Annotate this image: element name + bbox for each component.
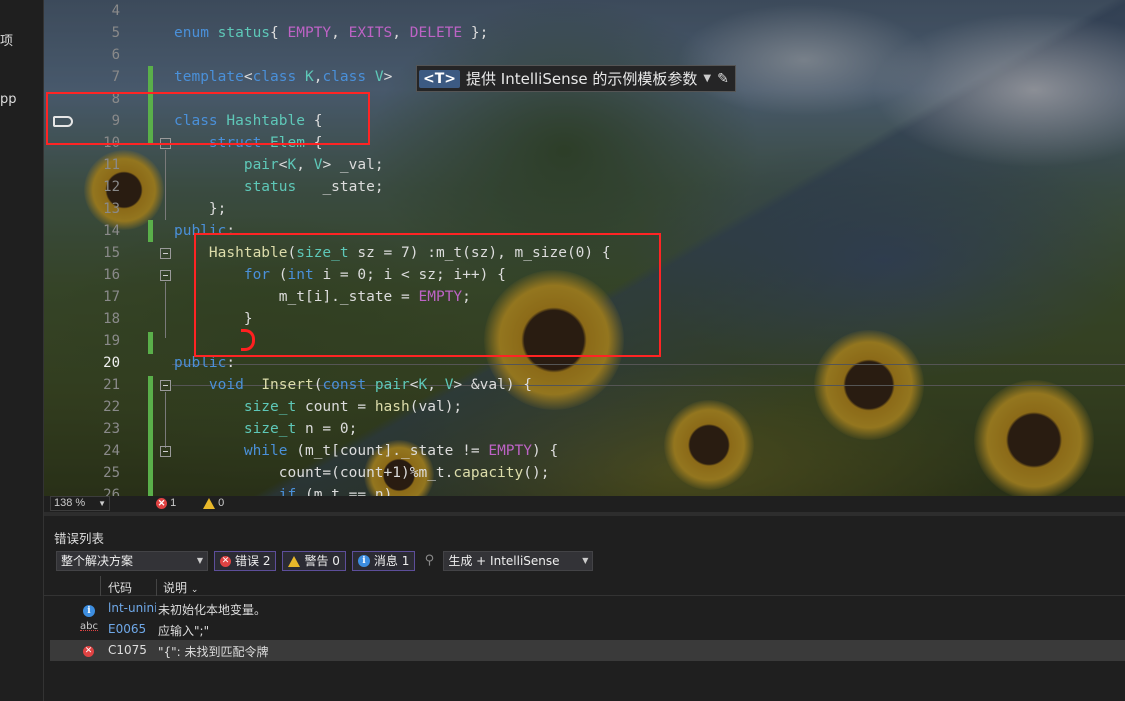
line-number: 13 [103,201,120,217]
line-number: 12 [103,179,120,195]
template-hint-text: 提供 IntelliSense 的示例模板参数 [466,70,698,88]
line-number: 15 [103,245,120,261]
error-description: 未初始化本地变量。 [158,603,267,617]
error-list-toolbar: 整个解决方案 ▼ ✕ 错误 2 警告 0 i 消息 1 ⚲ 生成 + Intel… [56,550,594,572]
code-line-21[interactable]: void Insert(const pair<K, V> &val) { [174,374,532,396]
error-icon: ✕ [220,555,231,567]
code-line-13[interactable]: }; [174,198,226,220]
line-number: 17 [103,289,120,305]
error-list-header: 代码 说明 ⌄ [44,576,1125,596]
line-number: 16 [103,267,120,283]
template-hint-bar[interactable]: <T> 提供 IntelliSense 的示例模板参数 ▼ ✎ [416,65,736,92]
background-sunflower [664,400,754,490]
line-number: 18 [103,311,120,327]
edit-pencil-icon[interactable]: ✎ [717,71,729,87]
zoom-selector[interactable]: 138 % ▼ [50,496,110,511]
info-icon: i [83,605,95,617]
column-code-header[interactable]: 代码 [108,579,132,596]
line-number: 23 [103,421,120,437]
code-line-22[interactable]: size_t count = hash(val); [174,396,462,418]
chevron-down-icon: ▼ [582,556,589,565]
line-number: 21 [103,377,120,393]
column-description-header[interactable]: 说明 ⌄ [156,579,198,596]
change-marker [148,220,153,242]
solution-item-fragment[interactable]: 项 [0,30,13,49]
fold-guide [165,282,166,338]
code-editor[interactable]: 4 5 6 7 8 9 10 11 12 13 14 15 16 17 18 19 20 21 22 23 24 25 26… [44,0,1125,497]
template-tag-icon: <T> [419,69,461,88]
chevron-down-icon: ▼ [98,499,106,508]
messages-filter-chip[interactable]: i 消息 1 [351,551,416,571]
code-line-5[interactable]: enum status{ EMPTY, EXITS, DELETE }; [174,22,488,44]
editor-warning-count[interactable]: 0 [203,496,224,511]
error-row[interactable]: i lnt-uninit 未初始化本地变量。 [50,598,1125,619]
error-description: 应输入";" [158,624,210,638]
error-row[interactable]: abc E0065 应输入";" [50,619,1125,640]
line-number: 25 [103,465,120,481]
build-intellisense-dropdown[interactable]: 生成 + IntelliSense ▼ [443,551,594,571]
solution-item-fragment[interactable]: pp [0,92,17,107]
filter-icon[interactable]: ⚲ [421,553,437,569]
fold-toggle[interactable] [160,248,171,259]
warnings-filter-chip[interactable]: 警告 0 [282,551,346,571]
fold-guide [165,150,166,220]
annotation-box-constructor [194,233,661,357]
code-line-12[interactable]: status _state; [174,176,384,198]
change-marker [148,332,153,354]
spelling-error-icon: abc [80,621,98,632]
info-icon: i [357,555,370,567]
line-number: 24 [103,443,120,459]
line-number: 4 [111,3,120,19]
error-icon: ✕ [156,497,167,509]
line-number: 11 [103,157,120,173]
error-code[interactable]: E0065 [108,622,156,636]
code-line-7[interactable]: template<class K,class V> [174,66,392,88]
code-line-23[interactable]: size_t n = 0; [174,418,358,440]
change-marker [148,376,153,496]
chevron-down-icon: ▼ [196,556,203,565]
line-number: 14 [103,223,120,239]
error-icon: ✕ [83,646,94,657]
code-line-25[interactable]: count=(count+1)%m_t.capacity(); [174,462,550,484]
solution-explorer-strip: 项 pp [0,0,44,701]
annotation-box-class-header [46,92,370,145]
fold-toggle[interactable] [160,270,171,281]
line-number: 22 [103,399,120,415]
error-row[interactable]: ✕ C1075 "{": 未找到匹配令牌 [50,640,1125,661]
line-number: 20 [103,355,120,371]
code-line-24[interactable]: while (m_t[count]._state != EMPTY) { [174,440,558,462]
error-list-panel: 错误列表 整个解决方案 ▼ ✕ 错误 2 警告 0 i 消息 1 ⚲ 生成 + … [44,512,1125,701]
errors-filter-chip[interactable]: ✕ 错误 2 [214,551,277,571]
code-line-11[interactable]: pair<K, V> _val; [174,154,384,176]
line-number: 6 [111,47,120,63]
panel-title: 错误列表 [54,531,105,546]
chevron-down-icon: ⌄ [190,585,199,595]
editor-error-count[interactable]: ✕ 1 [156,496,176,511]
zoom-level: 138 % [54,497,86,509]
scope-dropdown[interactable]: 整个解决方案 ▼ [56,551,208,571]
error-code[interactable]: lnt-uninit [108,601,156,615]
error-description: "{": 未找到匹配令牌 [158,645,269,659]
fold-toggle[interactable] [160,380,171,391]
warning-icon [203,497,215,509]
warning-icon [288,555,301,567]
fold-toggle[interactable] [160,446,171,457]
line-number: 5 [111,25,120,41]
background-sunflower [974,380,1094,497]
error-code[interactable]: C1075 [108,643,156,657]
line-number: 19 [103,333,120,349]
fold-guide [165,392,166,448]
editor-status-bar: 138 % ▼ ✕ 1 0 [44,496,1125,512]
line-number: 7 [111,69,120,85]
chevron-down-icon[interactable]: ▼ [703,73,711,84]
